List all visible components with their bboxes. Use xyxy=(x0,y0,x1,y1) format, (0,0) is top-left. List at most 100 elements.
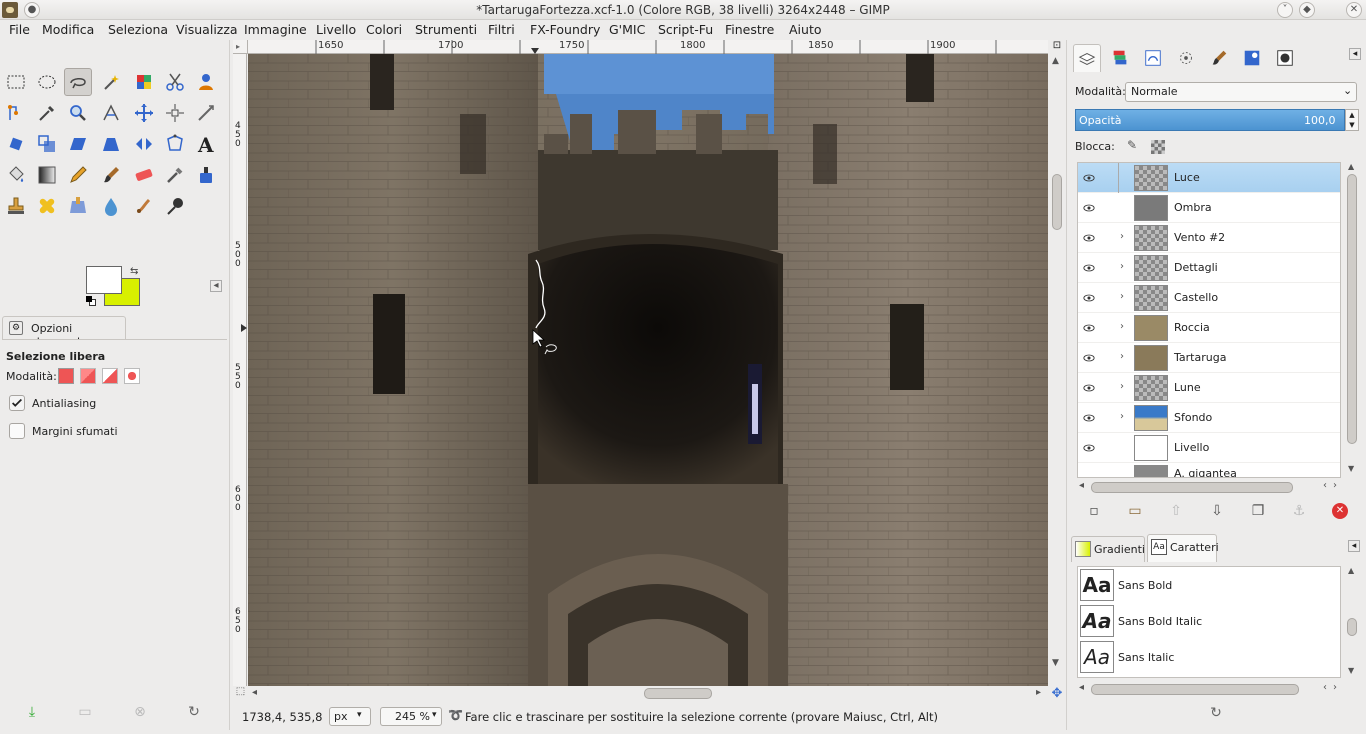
image-canvas[interactable] xyxy=(248,54,1048,686)
visibility-eye-icon[interactable] xyxy=(1082,201,1096,215)
maximize-button[interactable]: ◆ xyxy=(1299,2,1315,18)
tab-patterns[interactable] xyxy=(1238,44,1266,72)
menu-colori[interactable]: Colori xyxy=(366,22,402,37)
scroll-down-icon[interactable]: ▼ xyxy=(1348,464,1354,473)
tab-brushes[interactable] xyxy=(1172,44,1200,72)
layer-row-luce[interactable]: Luce xyxy=(1078,163,1340,193)
measure-icon[interactable] xyxy=(97,99,125,127)
dock-menu-icon[interactable]: ◂ xyxy=(1349,48,1361,60)
menu-gmic[interactable]: G'MIC xyxy=(609,22,645,37)
vertical-scrollbar[interactable]: ▲ ▼ xyxy=(1048,54,1066,686)
foreground-color-swatch[interactable] xyxy=(86,266,122,294)
fonts-dock-menu-icon[interactable]: ◂ xyxy=(1348,540,1360,552)
visibility-eye-icon[interactable] xyxy=(1082,381,1096,395)
rotate-icon[interactable] xyxy=(2,130,30,158)
zoom-selector[interactable]: 245 % ▾ xyxy=(380,707,442,726)
smudge-icon[interactable] xyxy=(130,192,158,220)
scroll-left-icon[interactable]: ◂ xyxy=(1079,682,1084,693)
font-item[interactable]: Aa Sans Bold Italic xyxy=(1078,603,1340,639)
new-layer-icon[interactable]: ▫ xyxy=(1083,500,1105,522)
fonts-horizontal-scrollbar[interactable]: ◂ ‹ › xyxy=(1077,682,1341,698)
menu-immagine[interactable]: Immagine xyxy=(244,22,307,37)
menu-seleziona[interactable]: Seleziona xyxy=(108,22,168,37)
menu-file[interactable]: File xyxy=(9,22,30,37)
menu-modifica[interactable]: Modifica xyxy=(42,22,94,37)
tab-tool-options[interactable]: ⚙ Opzioni strumento xyxy=(2,316,126,348)
fg-bg-color-selector[interactable]: ⇆ xyxy=(86,266,142,308)
fuzzy-select-wand-icon[interactable] xyxy=(97,68,125,96)
cage-transform-icon[interactable] xyxy=(161,130,189,158)
menu-filtri[interactable]: Filtri xyxy=(488,22,515,37)
scroll-up-icon[interactable]: ▲ xyxy=(1052,56,1059,66)
lower-layer-icon[interactable]: ⇩ xyxy=(1206,500,1228,522)
opacity-slider[interactable]: Opacità 100,0 xyxy=(1075,109,1345,131)
expand-group-icon[interactable]: › xyxy=(1120,381,1124,392)
visibility-eye-icon[interactable] xyxy=(1082,291,1096,305)
mode-add-icon[interactable] xyxy=(80,368,96,384)
tab-history[interactable] xyxy=(1271,44,1299,72)
tab-gradients[interactable]: Gradienti xyxy=(1071,536,1145,562)
restore-options-icon[interactable]: ▭ xyxy=(75,704,95,724)
layers-vertical-scrollbar[interactable]: ▲ ▼ xyxy=(1345,162,1359,478)
mode-replace-icon[interactable] xyxy=(58,368,74,384)
layer-mode-select[interactable]: Normale ⌄ xyxy=(1125,82,1357,102)
tab-layers[interactable] xyxy=(1073,44,1101,72)
layer-row-dettagli[interactable]: › Dettagli xyxy=(1078,253,1340,283)
font-item[interactable]: Aa Sans Italic xyxy=(1078,639,1340,675)
lock-alpha-icon[interactable] xyxy=(1151,140,1165,154)
blur-sharpen-icon[interactable] xyxy=(97,192,125,220)
unit-selector[interactable]: px ▾ xyxy=(329,707,371,726)
tab-paths[interactable] xyxy=(1139,44,1167,72)
close-button[interactable]: ✕ xyxy=(1346,2,1362,18)
fonts-hscroll-thumb[interactable] xyxy=(1091,684,1299,695)
visibility-eye-icon[interactable] xyxy=(1082,171,1096,185)
layer-row-vento-2[interactable]: › Vento #2 xyxy=(1078,223,1340,253)
paths-icon[interactable] xyxy=(2,99,30,127)
anchor-layer-icon[interactable]: ⚓ xyxy=(1288,500,1310,522)
layer-row-castello[interactable]: › Castello xyxy=(1078,283,1340,313)
layer-row-livello[interactable]: Livello xyxy=(1078,433,1340,463)
pencil-icon[interactable] xyxy=(64,161,92,189)
tab-channels[interactable] xyxy=(1106,44,1134,72)
menu-strumenti[interactable]: Strumenti xyxy=(415,22,477,37)
scroll-left-icon[interactable]: ‹ xyxy=(1323,480,1327,491)
flip-icon[interactable] xyxy=(130,130,158,158)
menu-livello[interactable]: Livello xyxy=(316,22,356,37)
blend-gradient-icon[interactable] xyxy=(33,161,61,189)
scissors-select-icon[interactable] xyxy=(161,68,189,96)
feather-edges-checkbox[interactable] xyxy=(9,423,25,439)
antialiasing-checkbox[interactable] xyxy=(9,395,25,411)
minimize-button[interactable]: ˅ xyxy=(1277,2,1293,18)
new-layer-group-icon[interactable]: ▭ xyxy=(1124,500,1146,522)
save-options-icon[interactable]: ⤓ xyxy=(22,704,42,724)
scroll-up-icon[interactable]: ▲ xyxy=(1348,566,1354,575)
visibility-eye-icon[interactable] xyxy=(1082,261,1096,275)
refresh-fonts-icon[interactable]: ↻ xyxy=(1205,702,1227,724)
dodge-burn-icon[interactable] xyxy=(161,192,189,220)
menu-aiuto[interactable]: Aiuto xyxy=(789,22,822,37)
bucket-fill-icon[interactable] xyxy=(2,161,30,189)
fonts-vertical-scrollbar[interactable]: ▲ ▼ xyxy=(1345,566,1359,678)
layer-chain-slot[interactable] xyxy=(1118,163,1132,193)
delete-options-icon[interactable]: ⊗ xyxy=(130,704,150,724)
lock-pixels-icon[interactable]: ✎ xyxy=(1127,138,1143,154)
visibility-eye-icon[interactable] xyxy=(1082,231,1096,245)
mode-intersect-icon[interactable] xyxy=(124,368,140,384)
layer-row-lune[interactable]: › Lune xyxy=(1078,373,1340,403)
reset-options-icon[interactable]: ↻ xyxy=(184,704,204,724)
free-select-lasso-icon[interactable] xyxy=(64,68,92,96)
font-item[interactable]: Aa Sans Bold xyxy=(1078,567,1340,603)
fonts-list[interactable]: Aa Sans Bold Aa Sans Bold Italic Aa Sans… xyxy=(1077,566,1341,678)
visibility-eye-icon[interactable] xyxy=(1082,351,1096,365)
quick-mask-toggle-icon[interactable]: ⬚ xyxy=(233,686,248,702)
scroll-left-icon[interactable]: ◂ xyxy=(252,687,257,698)
layers-list[interactable]: Luce Ombra › Vento #2 › Dettagli › Caste… xyxy=(1077,162,1341,478)
shear-icon[interactable] xyxy=(64,130,92,158)
layers-horizontal-scrollbar[interactable]: ◂ ‹ › xyxy=(1077,480,1341,496)
menu-fx-foundry[interactable]: FX-Foundry xyxy=(530,22,600,37)
perspective-icon[interactable] xyxy=(97,130,125,158)
layer-row-ombra[interactable]: Ombra xyxy=(1078,193,1340,223)
tab-fonts[interactable]: Aa Caratteri xyxy=(1147,534,1219,562)
navigate-icon[interactable]: ✥ xyxy=(1048,686,1066,702)
layer-row-roccia[interactable]: › Roccia xyxy=(1078,313,1340,343)
